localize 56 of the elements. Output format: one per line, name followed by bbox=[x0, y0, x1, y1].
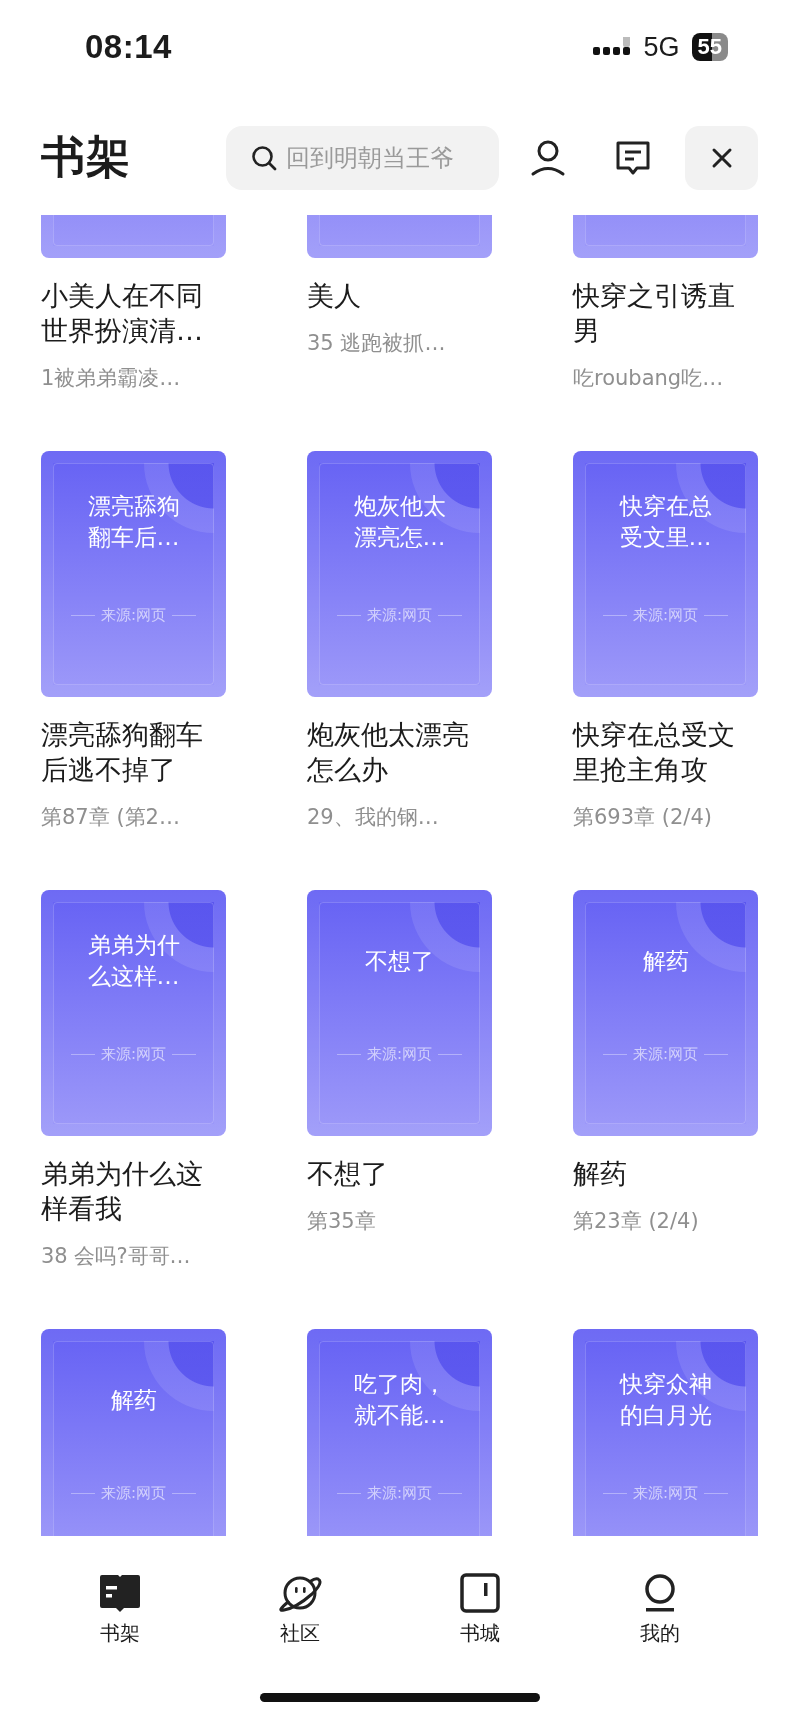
book-title: 快穿之引诱直男 bbox=[573, 279, 736, 348]
network-label: 5G bbox=[643, 31, 680, 63]
chapter-text: 第87章 (第2… bbox=[41, 804, 181, 831]
cover-title: 漂亮舔狗翻车后… bbox=[86, 492, 181, 552]
cover-title: 炮灰他太漂亮怎… bbox=[352, 492, 447, 552]
chapter-text: 29、我的钢… bbox=[307, 804, 440, 831]
book-title: 解药 bbox=[573, 1157, 628, 1191]
source-label: 来源:网页 bbox=[366, 1044, 433, 1064]
battery-indicator: 55 bbox=[691, 33, 728, 61]
book-title: 快穿在总受文里抢主角攻 bbox=[573, 718, 736, 787]
cover-title: 快穿众神的白月光 bbox=[618, 1370, 713, 1430]
nav-tab[interactable]: 社区 bbox=[255, 1566, 345, 1656]
search-icon bbox=[250, 143, 278, 172]
signal-icon bbox=[593, 37, 632, 57]
cover-title: 弟弟为什么这样… bbox=[86, 931, 181, 991]
book-cover[interactable]: 快穿在总受文里… 来源:网页 bbox=[573, 451, 758, 697]
source-label: 来源:网页 bbox=[100, 1483, 167, 1503]
book-title: 不想了 bbox=[307, 1157, 389, 1191]
book-title: 美人 bbox=[307, 279, 362, 313]
source-label: 来源:网页 bbox=[632, 605, 699, 625]
search-field[interactable]: 回到明朝当王爷 bbox=[226, 125, 499, 190]
chapter-text: 第693章 (2/4) bbox=[573, 804, 713, 831]
cover-title: 解药 bbox=[641, 946, 690, 976]
book-cover[interactable]: 漂亮舔狗翻车后… 来源:网页 bbox=[41, 451, 226, 697]
chapter-text: 1被弟弟霸凌… bbox=[41, 365, 182, 392]
cover-title: 不想了 bbox=[364, 946, 435, 976]
clock-time: 08:14 bbox=[85, 28, 172, 66]
book-title: 小美人在不同世界扮演清… bbox=[41, 279, 204, 348]
cover-title: 解药 bbox=[109, 1385, 158, 1415]
book-cover[interactable]: 解药 来源:网页 bbox=[573, 890, 758, 1136]
nav-tab[interactable]: 书城 bbox=[435, 1566, 525, 1656]
page-title: 书架 bbox=[41, 130, 131, 184]
chapter-text: 第23章 (2/4) bbox=[573, 1208, 700, 1235]
profile-icon[interactable] bbox=[530, 138, 566, 177]
book-cover[interactable]: 不想了 来源:网页 bbox=[307, 890, 492, 1136]
cover-title: 快穿在总受文里… bbox=[618, 492, 713, 552]
book-cover[interactable]: 弟弟为什么这样… 来源:网页 bbox=[41, 890, 226, 1136]
nav-tab[interactable]: 我的 bbox=[615, 1566, 705, 1656]
book-title: 弟弟为什么这样看我 bbox=[41, 1157, 204, 1226]
chapter-text: 第35章 bbox=[307, 1208, 377, 1235]
source-label: 来源:网页 bbox=[100, 605, 167, 625]
chapter-text: 38 会吗?哥哥… bbox=[41, 1243, 192, 1270]
close-icon bbox=[710, 146, 733, 169]
book-title: 炮灰他太漂亮怎么办 bbox=[307, 718, 470, 787]
close-button[interactable] bbox=[685, 125, 758, 190]
source-label: 来源:网页 bbox=[366, 605, 433, 625]
source-label: 来源:网页 bbox=[632, 1483, 699, 1503]
book-title: 漂亮舔狗翻车后逃不掉了 bbox=[41, 718, 204, 787]
nav-tab[interactable]: 书架 bbox=[75, 1566, 165, 1656]
source-label: 来源:网页 bbox=[632, 1044, 699, 1064]
source-label: 来源:网页 bbox=[100, 1044, 167, 1064]
cover-title: 吃了肉，就不能… bbox=[352, 1370, 447, 1430]
chapter-text: 35 逃跑被抓… bbox=[307, 330, 447, 357]
chapter-text: 吃roubang吃… bbox=[573, 365, 725, 392]
book-cover[interactable]: 炮灰他太漂亮怎… 来源:网页 bbox=[307, 451, 492, 697]
source-label: 来源:网页 bbox=[366, 1483, 433, 1503]
